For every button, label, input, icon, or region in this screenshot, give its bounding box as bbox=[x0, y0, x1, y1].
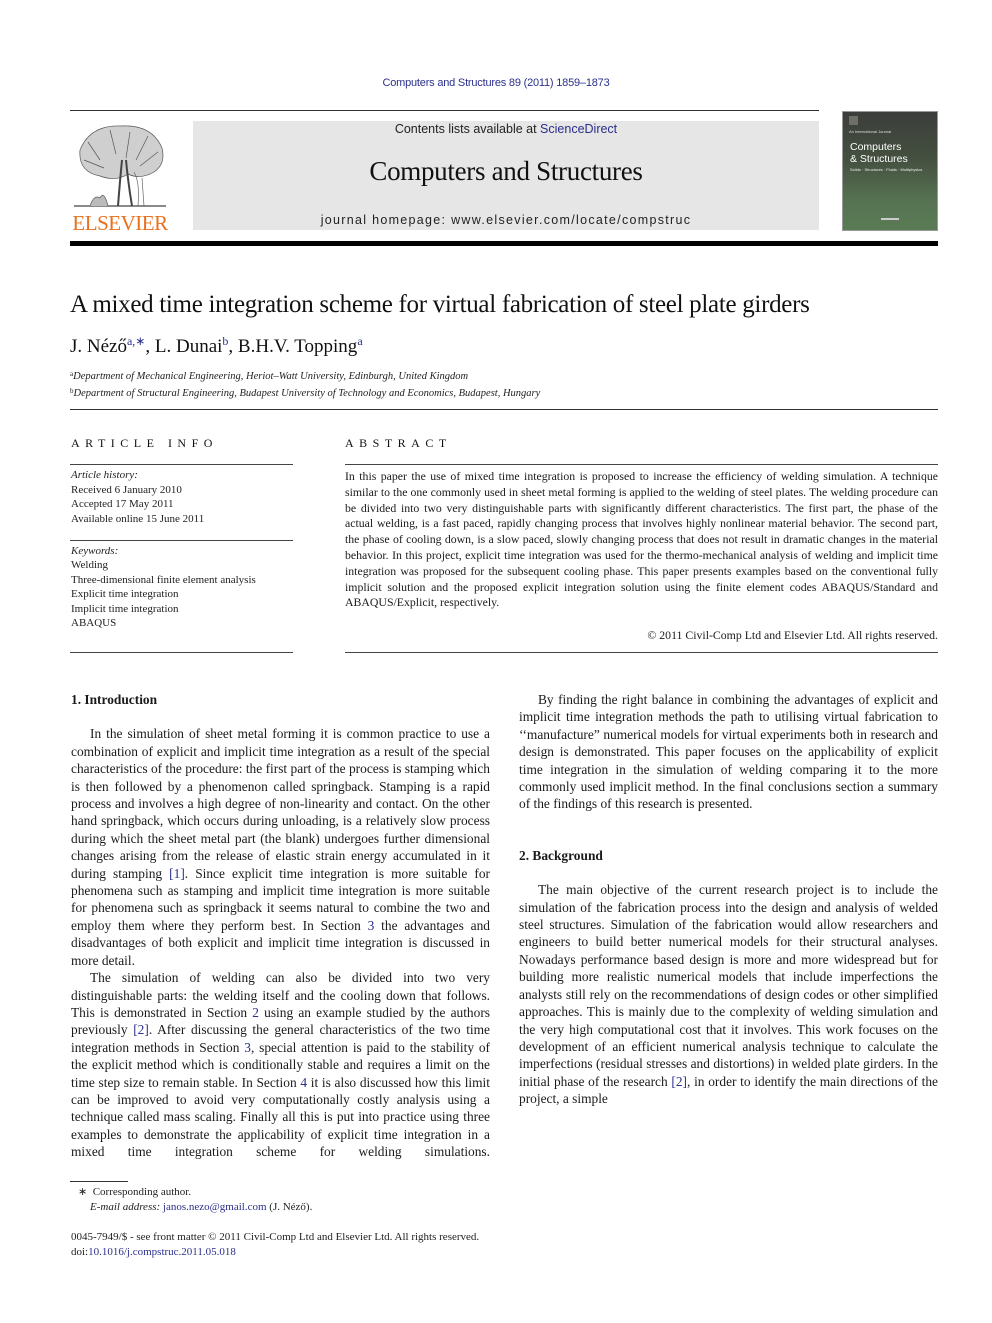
sciencedirect-link[interactable]: ScienceDirect bbox=[540, 122, 617, 136]
elsevier-wordmark: ELSEVIER bbox=[72, 211, 168, 235]
keyword-item: Welding bbox=[71, 559, 108, 572]
contents-line: Contents lists available at ScienceDirec… bbox=[193, 122, 819, 136]
citation-link[interactable]: [2] bbox=[133, 1022, 149, 1037]
section-link[interactable]: 2 bbox=[252, 1005, 259, 1020]
body-column-right: By finding the right balance in combinin… bbox=[519, 691, 938, 1108]
journal-cover-thumbnail[interactable]: An International Journal Computers & Stru… bbox=[842, 111, 938, 231]
affiliation-item: bDepartment of Structural Engineering, B… bbox=[70, 384, 540, 401]
header-thick-divider bbox=[70, 241, 938, 246]
cover-title-line2: & Structures bbox=[850, 153, 908, 165]
history-item: Accepted 17 May 2011 bbox=[71, 498, 174, 510]
abstract-divider bbox=[345, 464, 938, 465]
author-list: J. Nézőa,∗, L. Dunaib, B.H.V. Toppinga bbox=[70, 334, 363, 358]
section-heading: 1. Introduction bbox=[71, 692, 158, 707]
doi-link[interactable]: 10.1016/j.compstruc.2011.05.018 bbox=[88, 1246, 236, 1258]
paragraph: The main objective of the current resear… bbox=[519, 881, 938, 1107]
author-affiliation-link[interactable]: a bbox=[357, 334, 362, 348]
author-affiliation-link[interactable]: a,∗ bbox=[127, 334, 145, 348]
keyword-item: ABAQUS bbox=[71, 617, 117, 630]
keyword-item: Explicit time integration bbox=[71, 588, 179, 601]
journal-reference-link[interactable]: Computers and Structures 89 (2011) 1859–… bbox=[0, 77, 992, 89]
keywords-label: Keywords: bbox=[71, 545, 119, 557]
text-run: The main objective of the current resear… bbox=[519, 882, 938, 1089]
issn-line: 0045-7949/$ - see front matter © 2011 Ci… bbox=[71, 1231, 480, 1243]
cover-bar bbox=[881, 218, 899, 220]
affiliation-text: Department of Structural Engineering, Bu… bbox=[73, 388, 541, 399]
issn-doi-block: 0045-7949/$ - see front matter © 2011 Ci… bbox=[71, 1230, 479, 1259]
corresponding-author-footnote: ∗ Corresponding author. E-mail address: … bbox=[78, 1185, 312, 1214]
affiliation-text: Department of Mechanical Engineering, He… bbox=[73, 371, 469, 382]
cover-title: Computers & Structures bbox=[850, 141, 908, 165]
affiliation-item: aDepartment of Mechanical Engineering, H… bbox=[70, 367, 540, 384]
section-heading: 2. Background bbox=[519, 847, 603, 863]
journal-homepage-link[interactable]: journal homepage: www.elsevier.com/locat… bbox=[193, 213, 819, 227]
email-link[interactable]: janos.nezo@gmail.com bbox=[163, 1201, 267, 1213]
text-run: In the simulation of sheet metal forming… bbox=[71, 726, 490, 881]
article-info-heading: ARTICLE INFO bbox=[71, 436, 218, 450]
header-top-divider bbox=[70, 110, 819, 111]
article-history-label: Article history: bbox=[71, 469, 138, 481]
footnote-divider bbox=[70, 1181, 128, 1182]
abstract-text: In this paper the use of mixed time inte… bbox=[345, 469, 938, 610]
footnote-star: ∗ bbox=[78, 1186, 88, 1198]
author-separator: , bbox=[145, 336, 155, 357]
keywords: Keywords: Welding Three-dimensional fini… bbox=[71, 544, 256, 630]
contents-prefix: Contents lists available at bbox=[394, 122, 541, 136]
cover-subtitle: Solids · Structures · Fluids · Multiphys… bbox=[850, 167, 923, 172]
citation-link[interactable]: [2] bbox=[671, 1074, 687, 1089]
keyword-item: Three-dimensional finite element analysi… bbox=[71, 573, 256, 586]
cover-publisher-icon bbox=[849, 116, 858, 125]
title-divider bbox=[70, 409, 938, 410]
abstract-heading: ABSTRACT bbox=[345, 436, 452, 450]
article-title: A mixed time integration scheme for virt… bbox=[70, 291, 810, 318]
body-column-left: 1. Introduction In the simulation of she… bbox=[71, 691, 490, 1161]
cover-tagline: An International Journal bbox=[849, 129, 892, 134]
elsevier-logo[interactable]: ELSEVIER bbox=[70, 120, 170, 235]
email-suffix: (J. Néző). bbox=[266, 1200, 313, 1213]
cover-title-line1: Computers bbox=[850, 141, 902, 153]
abstract-copyright: © 2011 Civil-Comp Ltd and Elsevier Ltd. … bbox=[647, 628, 938, 642]
history-item: Available online 15 June 2011 bbox=[71, 512, 205, 525]
paragraph: The simulation of welding can also be di… bbox=[71, 969, 490, 1160]
journal-banner: Contents lists available at ScienceDirec… bbox=[193, 121, 819, 230]
author-separator: , bbox=[228, 336, 238, 357]
elsevier-tree-icon bbox=[74, 125, 166, 207]
history-item: Received 6 January 2010 bbox=[71, 483, 182, 496]
author-name: J. Néző bbox=[70, 336, 127, 357]
abstract-divider bbox=[345, 652, 938, 653]
affiliations: aDepartment of Mechanical Engineering, H… bbox=[70, 367, 540, 401]
paragraph: In the simulation of sheet metal forming… bbox=[71, 725, 490, 969]
author-name: B.H.V. Topping bbox=[237, 336, 358, 357]
article-info-divider bbox=[70, 652, 293, 653]
article-info-divider bbox=[70, 540, 293, 541]
article-info-divider bbox=[70, 464, 293, 465]
journal-title: Computers and Structures bbox=[369, 156, 643, 186]
doi-prefix: doi: bbox=[71, 1245, 89, 1258]
paragraph: By finding the right balance in combinin… bbox=[519, 692, 938, 812]
footnote-corresponding: Corresponding author. bbox=[92, 1186, 192, 1198]
citation-link[interactable]: [1] bbox=[169, 866, 185, 881]
keyword-item: Implicit time integration bbox=[71, 602, 179, 615]
author-name: L. Dunai bbox=[154, 336, 223, 357]
email-label: E-mail address: bbox=[90, 1200, 161, 1213]
article-history: Article history: Received 6 January 2010… bbox=[71, 468, 204, 526]
section-link[interactable]: 3 bbox=[244, 1040, 251, 1055]
